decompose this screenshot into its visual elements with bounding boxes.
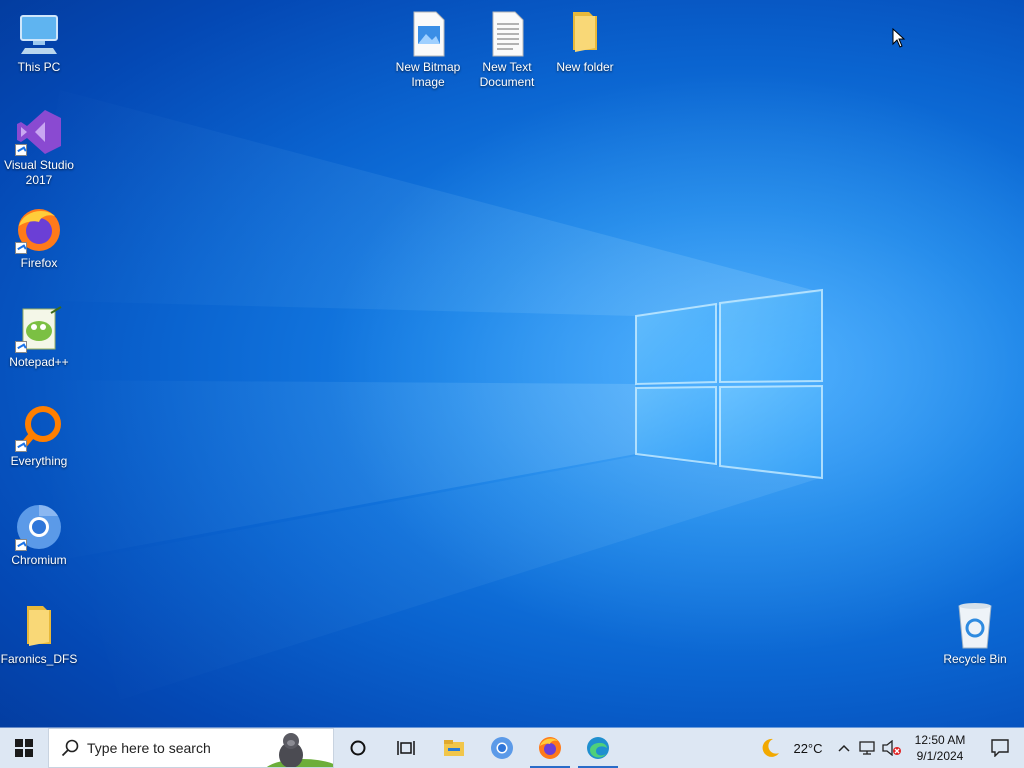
file-explorer-icon [444, 740, 464, 756]
mouse-cursor-icon [892, 28, 906, 48]
weather-widget[interactable] [756, 728, 784, 768]
desktop-icon-new-bitmap-image[interactable]: New Bitmap Image [389, 10, 467, 90]
wallpaper [0, 0, 1024, 728]
shortcut-arrow-icon [15, 539, 27, 551]
taskbar-firefox[interactable] [526, 728, 574, 768]
taskbar-search-box[interactable]: Type here to search [48, 728, 334, 768]
desktop-icon-everything[interactable]: Everything [0, 404, 78, 469]
desktop-icon-new-folder[interactable]: New folder [546, 10, 624, 75]
network-status[interactable] [856, 728, 880, 768]
network-icon [859, 741, 875, 755]
taskbar: Type here to search 22°C 12:50 AM 9/1/20… [0, 728, 1024, 768]
windows-logo-wallpaper [635, 288, 823, 480]
computer-icon [15, 10, 63, 58]
taskbar-chromium[interactable] [478, 728, 526, 768]
chevron-up-icon [838, 744, 850, 752]
text-document-icon [483, 10, 531, 58]
firefox-icon [539, 737, 561, 759]
desktop-icon-label: Everything [10, 454, 68, 468]
desktop-icon-label: New Text Document [479, 60, 535, 89]
search-highlight-gorilla-icon [266, 733, 333, 767]
desktop-icon-label: Firefox [20, 256, 58, 270]
cortana-button[interactable] [334, 728, 382, 768]
task-view-icon [397, 741, 415, 755]
recycle-bin-icon [951, 602, 999, 650]
task-view-button[interactable] [382, 728, 430, 768]
bitmap-image-icon [404, 10, 452, 58]
system-tray: 22°C 12:50 AM 9/1/2024 [756, 728, 1024, 768]
desktop-icon-label: Recycle Bin [943, 652, 1007, 666]
desktop-icon-chromium[interactable]: Chromium [0, 503, 78, 568]
shortcut-arrow-icon [15, 144, 27, 156]
everything-search-icon [15, 404, 63, 452]
windows-start-icon [15, 739, 33, 757]
search-icon [61, 739, 79, 757]
search-placeholder: Type here to search [87, 740, 211, 756]
taskbar-edge[interactable] [574, 728, 622, 768]
desktop-icon-this-pc[interactable]: This PC [0, 10, 78, 75]
shortcut-arrow-icon [15, 341, 27, 353]
desktop-icon-label: Visual Studio 2017 [4, 158, 74, 187]
desktop-icon-label: This PC [17, 60, 61, 74]
volume-muted-icon [882, 740, 901, 756]
desktop-icon-recycle-bin[interactable]: Recycle Bin [936, 602, 1014, 667]
chromium-icon [15, 503, 63, 551]
cortana-circle-icon [350, 740, 366, 756]
shortcut-arrow-icon [15, 440, 27, 452]
desktop-icon-label: Chromium [11, 553, 67, 567]
chromium-icon [491, 737, 513, 759]
taskbar-clock[interactable]: 12:50 AM 9/1/2024 [904, 728, 976, 768]
start-button[interactable] [0, 728, 48, 768]
desktop-icon-notepadpp[interactable]: Notepad++ [0, 305, 78, 370]
clock-time: 12:50 AM [914, 733, 966, 747]
desktop-icon-firefox[interactable]: Firefox [0, 206, 78, 271]
desktop-icon-label: New folder [556, 60, 614, 74]
notification-icon [991, 739, 1009, 757]
taskbar-file-explorer[interactable] [430, 728, 478, 768]
shortcut-arrow-icon [15, 242, 27, 254]
firefox-icon [15, 206, 63, 254]
notepadpp-icon [15, 305, 63, 353]
desktop-icon-label: Faronics_DFS [0, 652, 78, 666]
visual-studio-icon [15, 108, 63, 156]
action-center-button[interactable] [976, 728, 1024, 768]
folder-icon [15, 602, 63, 650]
desktop-icon-faronics-dfs[interactable]: Faronics_DFS [0, 602, 78, 667]
desktop-icon-label: Notepad++ [9, 355, 69, 369]
clock-date: 9/1/2024 [916, 749, 964, 763]
desktop-icon-visual-studio[interactable]: Visual Studio 2017 [0, 108, 78, 188]
volume-status[interactable] [880, 728, 904, 768]
moon-icon [762, 738, 779, 757]
weather-temperature[interactable]: 22°C [784, 728, 832, 768]
desktop-icon-label: New Bitmap Image [395, 60, 461, 89]
folder-icon [561, 10, 609, 58]
edge-icon [587, 737, 609, 759]
desktop-icon-new-text-document[interactable]: New Text Document [468, 10, 546, 90]
show-hidden-icons-button[interactable] [832, 728, 856, 768]
